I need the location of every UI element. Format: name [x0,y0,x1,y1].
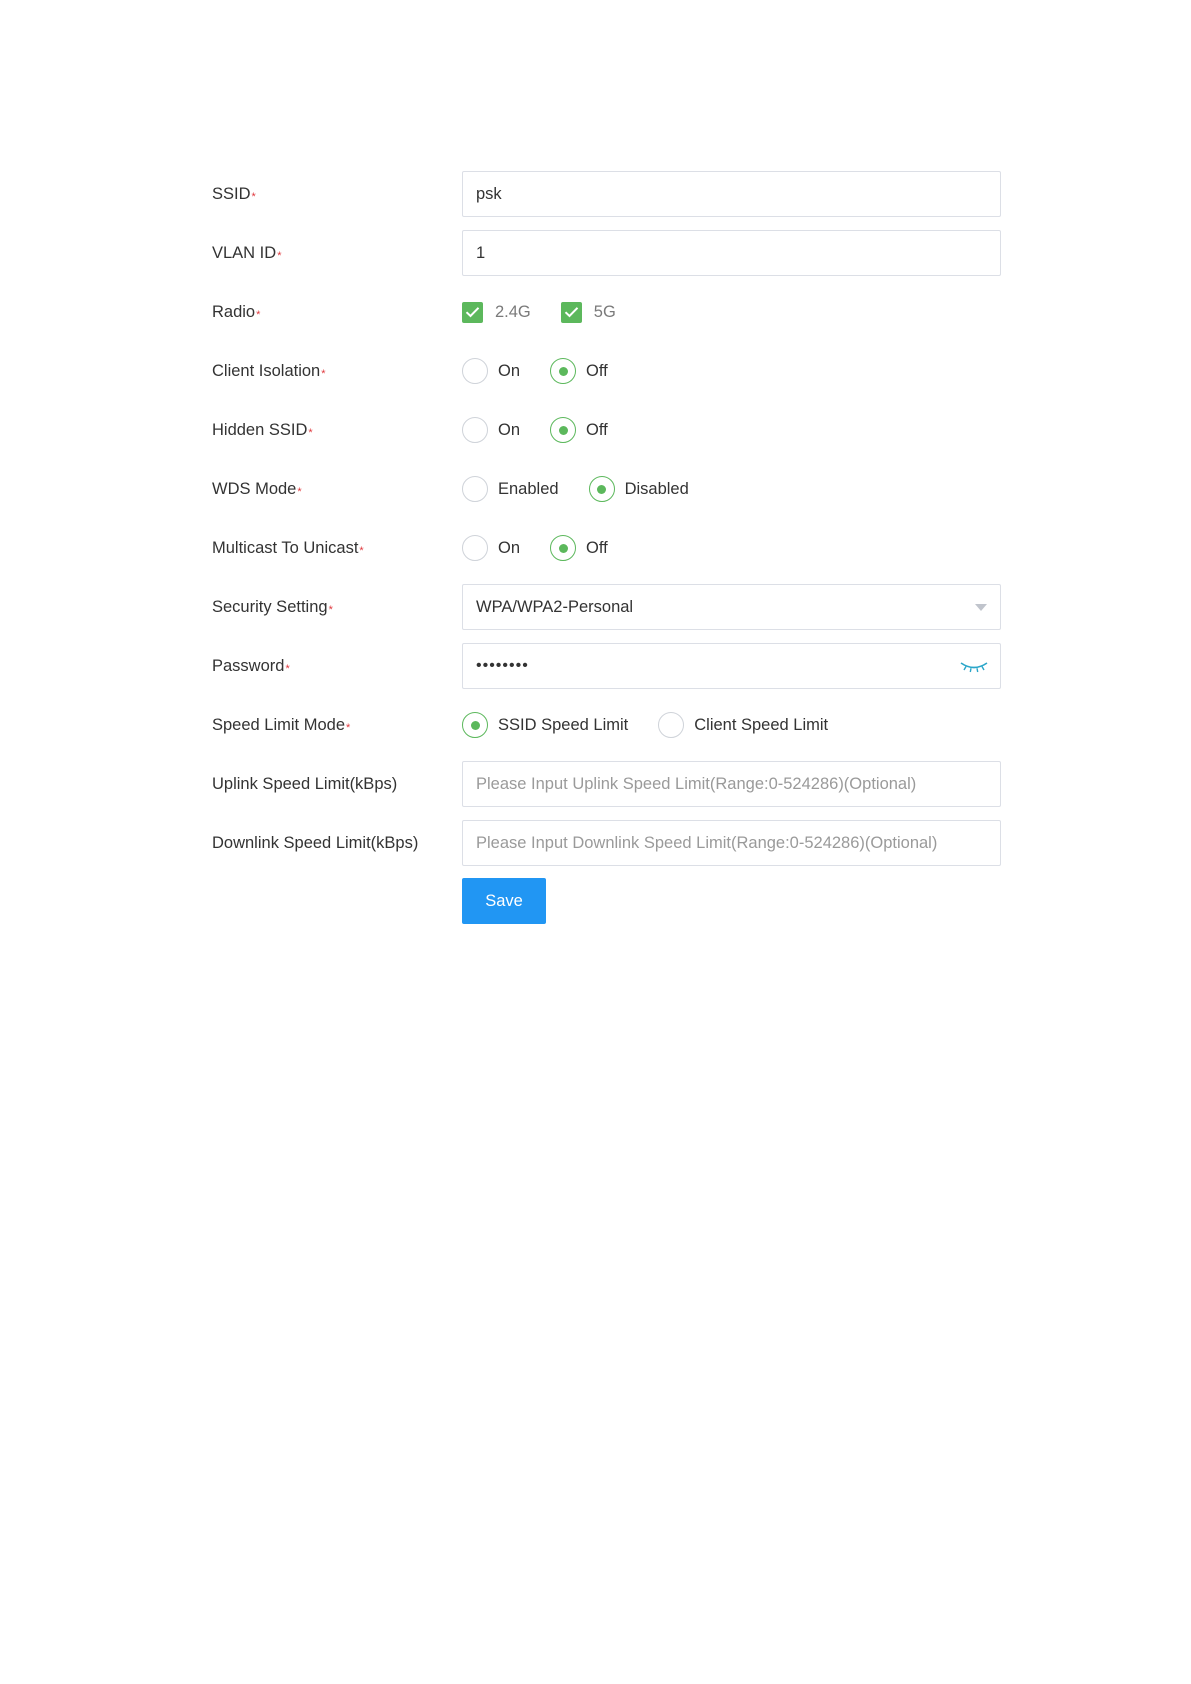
checkbox-2-4g[interactable] [462,301,483,323]
client-isolation-on-radio[interactable] [462,358,488,384]
radio-option-label: Off [586,420,608,439]
vlan-id-label: VLAN ID* [212,243,282,262]
password-field-wrap: •••••••• [462,643,1001,689]
multicast-on-radio[interactable] [462,535,488,561]
radio-option-label: On [498,538,521,557]
check-icon [465,307,480,318]
uplink-speed-limit-input[interactable] [462,761,1001,807]
security-setting-select[interactable]: WPA/WPA2-Personal [462,584,1001,630]
ssid-speed-limit-radio[interactable] [462,712,488,738]
radio-option-label: On [498,361,521,380]
hidden-ssid-on-option[interactable]: On [462,417,520,443]
ssid-label: SSID* [212,184,256,203]
vlan-id-input[interactable] [462,230,1001,276]
radio-option-label: Client Speed Limit [694,715,829,734]
required-mark: * [256,308,261,321]
eye-closed-icon[interactable] [959,657,989,675]
client-isolation-label: Client Isolation* [212,361,326,380]
security-setting-value: WPA/WPA2-Personal [476,597,634,616]
downlink-speed-limit-label: Downlink Speed Limit(kBps) [212,833,419,852]
wds-mode-disabled-option[interactable]: Disabled [588,476,689,502]
radio-5g-option[interactable]: 5G [560,301,616,323]
required-mark: * [308,426,313,439]
required-mark: * [277,249,282,262]
multicast-off-option[interactable]: Off [550,535,608,561]
required-mark: * [297,485,302,498]
multicast-on-option[interactable]: On [462,535,520,561]
row-downlink-speed-limit: Downlink Speed Limit(kBps) [212,820,1002,866]
row-vlan-id: VLAN ID* [212,230,1002,276]
required-mark: * [251,190,256,203]
radio-option-label: Enabled [498,479,559,498]
password-masked-value: •••••••• [476,657,529,674]
password-label: Password* [212,656,290,675]
required-mark: * [328,603,333,616]
check-icon [564,307,578,318]
save-button[interactable]: Save [462,878,546,924]
checkbox-2-4g-label: 2.4G [495,302,531,321]
required-mark: * [285,662,290,675]
client-speed-limit-option[interactable]: Client Speed Limit [658,712,828,738]
row-password: Password* •••••••• [212,643,1002,689]
multicast-off-radio[interactable] [550,535,577,561]
hidden-ssid-off-radio[interactable] [550,417,577,443]
wds-mode-enabled-option[interactable]: Enabled [462,476,559,502]
row-hidden-ssid: Hidden SSID* On Off [212,407,1002,453]
ssid-speed-limit-option[interactable]: SSID Speed Limit [462,712,628,738]
hidden-ssid-label: Hidden SSID* [212,420,313,439]
radio-label: Radio* [212,302,261,321]
row-speed-limit-mode: Speed Limit Mode* SSID Speed Limit Clien… [212,702,1002,748]
radio-option-label: Off [586,361,608,380]
wds-mode-disabled-radio[interactable] [588,476,615,502]
client-isolation-off-option[interactable]: Off [550,358,608,384]
hidden-ssid-off-option[interactable]: Off [550,417,608,443]
radio-option-label: On [498,420,521,439]
row-wds-mode: WDS Mode* Enabled Disabled [212,466,1002,512]
wds-mode-enabled-radio[interactable] [462,476,488,502]
radio-2-4g-option[interactable]: 2.4G [462,301,531,323]
row-radio: Radio* 2.4G 5G [212,289,1002,335]
required-mark: * [359,544,364,557]
row-client-isolation: Client Isolation* On Off [212,348,1002,394]
wds-mode-label: WDS Mode* [212,479,302,498]
row-multicast-to-unicast: Multicast To Unicast* On Off [212,525,1002,571]
row-save: Save [212,878,1002,924]
radio-option-label: SSID Speed Limit [498,715,629,734]
password-input[interactable]: •••••••• [462,643,1001,689]
row-security-setting: Security Setting* WPA/WPA2-Personal [212,584,1002,630]
downlink-speed-limit-input[interactable] [462,820,1001,866]
speed-limit-mode-label: Speed Limit Mode* [212,715,351,734]
chevron-down-icon [975,603,987,611]
security-setting-label: Security Setting* [212,597,333,616]
radio-option-label: Off [586,538,608,557]
checkbox-5g-label: 5G [593,302,616,321]
client-isolation-on-option[interactable]: On [462,358,520,384]
client-isolation-off-radio[interactable] [550,358,577,384]
required-mark: * [321,367,326,380]
multicast-to-unicast-label: Multicast To Unicast* [212,538,364,557]
ssid-input[interactable] [462,171,1001,217]
hidden-ssid-on-radio[interactable] [462,417,488,443]
row-uplink-speed-limit: Uplink Speed Limit(kBps) [212,761,1002,807]
client-speed-limit-radio[interactable] [658,712,685,738]
required-mark: * [346,721,351,734]
radio-option-label: Disabled [624,479,689,498]
uplink-speed-limit-label: Uplink Speed Limit(kBps) [212,774,398,793]
checkbox-5g[interactable] [560,301,582,323]
row-ssid: SSID* [212,171,1002,217]
